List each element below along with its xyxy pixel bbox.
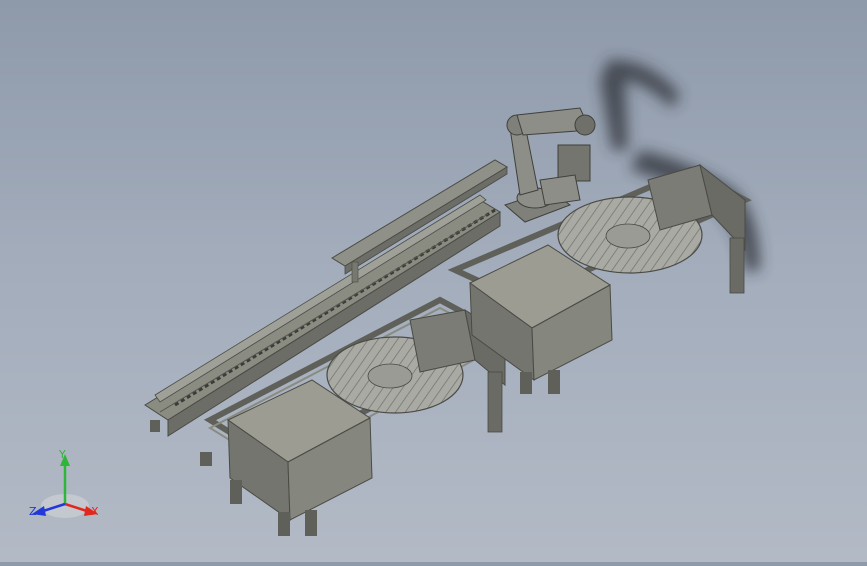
x-axis-label: X bbox=[91, 505, 99, 518]
cad-viewport[interactable]: Y X Z bbox=[0, 0, 867, 562]
z-axis-label: Z bbox=[29, 505, 37, 518]
y-axis-label: Y bbox=[58, 448, 66, 461]
assembly-model[interactable]: Y X Z bbox=[0, 0, 867, 562]
industrial-robot bbox=[504, 107, 596, 223]
axis-triad: Y X Z bbox=[29, 448, 99, 518]
